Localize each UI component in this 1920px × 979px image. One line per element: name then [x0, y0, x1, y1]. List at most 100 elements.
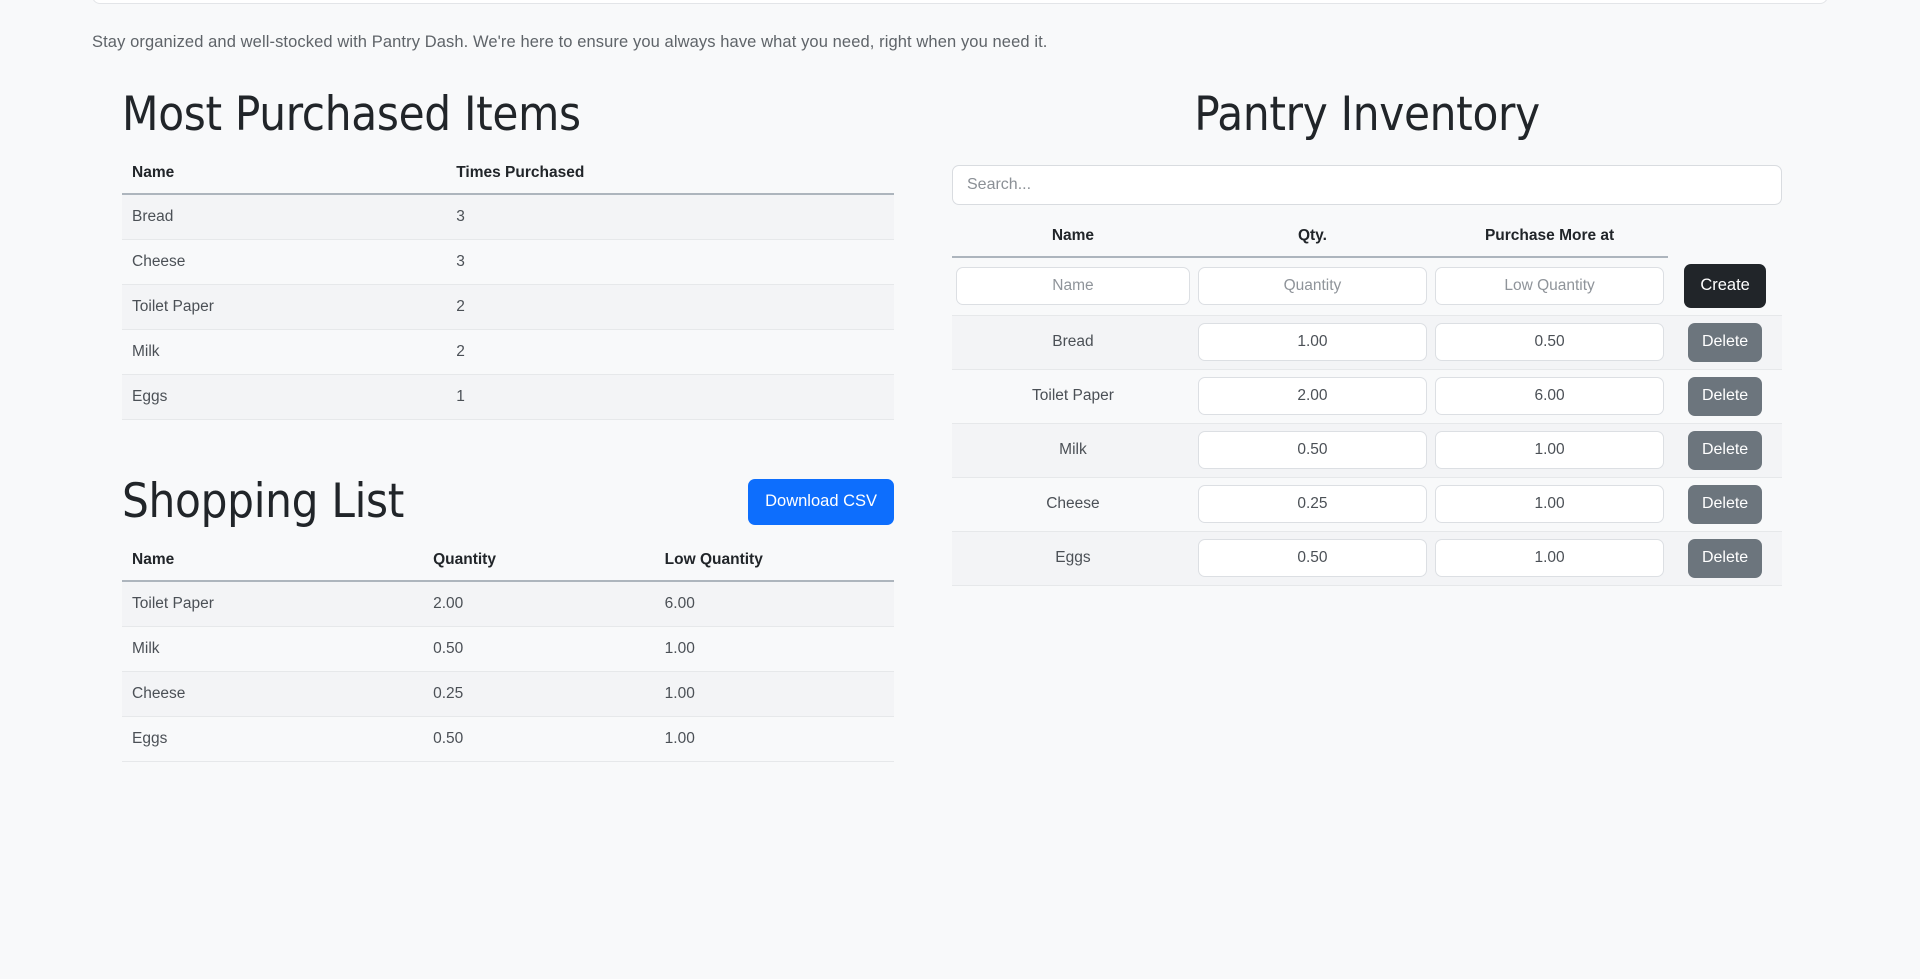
column-header-qty: Qty. [1193, 227, 1432, 259]
item-quantity-input[interactable] [1197, 539, 1428, 578]
cell-low-quantity [1431, 315, 1669, 370]
item-low-quantity-input[interactable] [1435, 431, 1665, 470]
column-header-name: Name [122, 164, 447, 196]
column-header-quantity: Quantity [423, 551, 655, 583]
pantry-inventory-table: Name Qty. Purchase More at Name Quantity… [952, 227, 1782, 586]
cell-name: Eggs [122, 716, 424, 763]
page-tagline: Stay organized and well-stocked with Pan… [92, 33, 1048, 51]
table-row: Milk 2 [122, 329, 894, 376]
cell-quantity [1193, 369, 1432, 424]
cell-name: Eggs [952, 531, 1194, 586]
cell-quantity: 0.50 [423, 626, 655, 673]
item-low-quantity-input[interactable] [1435, 323, 1665, 362]
cell-name: Toilet Paper [952, 369, 1194, 424]
column-header-actions [1668, 227, 1782, 257]
item-quantity-input[interactable] [1197, 377, 1428, 416]
shopping-list-table: Name Quantity Low Quantity Toilet Paper … [122, 551, 894, 763]
cell-times: 2 [446, 329, 894, 376]
cell-low-quantity [1431, 477, 1669, 532]
table-row: Eggs Delete [952, 531, 1782, 586]
pantry-inventory-thead: Name Qty. Purchase More at [952, 227, 1782, 259]
pantry-inventory-tbody: Create Bread Delete Toilet [952, 257, 1782, 586]
cell-quantity: 0.50 [423, 716, 655, 763]
item-quantity-input[interactable] [1197, 485, 1428, 524]
table-row: Milk 0.50 1.00 [122, 626, 894, 673]
right-column: Pantry Inventory Name Qty. Purchase More… [952, 87, 1782, 586]
pantry-inventory-title: Pantry Inventory [1194, 87, 1540, 142]
cell-name: Bread [952, 315, 1194, 370]
item-low-quantity-input[interactable] [1435, 485, 1665, 524]
create-quantity-cell [1193, 257, 1432, 316]
item-low-quantity-input[interactable] [1435, 377, 1665, 416]
cell-quantity [1193, 315, 1432, 370]
column-header-name: Name [952, 227, 1194, 259]
item-low-quantity-input[interactable] [1435, 539, 1665, 578]
item-quantity-input[interactable] [1197, 431, 1428, 470]
cell-name: Cheese [952, 477, 1194, 532]
cell-low-quantity: 1.00 [654, 671, 894, 718]
item-quantity-input[interactable] [1197, 323, 1428, 362]
most-purchased-thead: Name Times Purchased [122, 164, 894, 196]
new-item-low-quantity-input[interactable] [1435, 267, 1665, 306]
cell-quantity [1193, 477, 1432, 532]
cell-times: 1 [446, 374, 894, 421]
cell-low-quantity [1431, 423, 1669, 478]
cell-action: Delete [1668, 423, 1782, 478]
create-button[interactable]: Create [1684, 264, 1766, 308]
cell-low-quantity: 1.00 [654, 626, 894, 673]
column-header-purchase-more-at: Purchase More at [1431, 227, 1669, 259]
most-purchased-tbody: Bread 3 Cheese 3 Toilet Paper 2 Milk 2 E… [122, 194, 894, 421]
cell-action: Delete [1668, 531, 1782, 586]
app-page: Stay organized and well-stocked with Pan… [0, 0, 1920, 979]
cell-times: 2 [446, 284, 894, 331]
search-input[interactable] [952, 165, 1782, 206]
shopping-list-thead: Name Quantity Low Quantity [122, 551, 894, 583]
cell-name: Cheese [122, 671, 424, 718]
new-item-name-input[interactable] [956, 267, 1190, 306]
cell-name: Milk [122, 329, 447, 376]
cell-action: Delete [1668, 315, 1782, 370]
table-row: Toilet Paper Delete [952, 369, 1782, 424]
shopping-list-header: Shopping List Download CSV [122, 474, 894, 529]
cell-times: 3 [446, 239, 894, 286]
table-row: Bread 3 [122, 194, 894, 241]
table-header-row: Name Qty. Purchase More at [952, 227, 1782, 259]
most-purchased-title: Most Purchased Items [122, 87, 581, 142]
table-row: Eggs 1 [122, 374, 894, 421]
delete-button[interactable]: Delete [1687, 430, 1763, 470]
table-header-row: Name Quantity Low Quantity [122, 551, 894, 583]
shopping-list-tbody: Toilet Paper 2.00 6.00 Milk 0.50 1.00 Ch… [122, 581, 894, 763]
column-header-times-purchased: Times Purchased [446, 164, 894, 196]
cell-low-quantity: 6.00 [654, 581, 894, 628]
new-item-quantity-input[interactable] [1197, 267, 1428, 306]
delete-button[interactable]: Delete [1687, 322, 1763, 362]
cell-quantity: 0.25 [423, 671, 655, 718]
cell-name: Toilet Paper [122, 284, 447, 331]
cell-times: 3 [446, 194, 894, 241]
column-header-name: Name [122, 551, 424, 583]
delete-button[interactable]: Delete [1687, 484, 1763, 524]
most-purchased-table: Name Times Purchased Bread 3 Cheese 3 To… [122, 164, 894, 421]
delete-button[interactable]: Delete [1687, 538, 1763, 578]
cell-name: Milk [122, 626, 424, 673]
cell-name: Milk [952, 423, 1194, 478]
create-item-row: Create [952, 257, 1782, 316]
table-row: Toilet Paper 2.00 6.00 [122, 581, 894, 628]
column-header-low-quantity: Low Quantity [654, 551, 894, 583]
cell-action: Delete [1668, 369, 1782, 424]
cell-low-quantity [1431, 531, 1669, 586]
cell-name: Bread [122, 194, 447, 241]
delete-button[interactable]: Delete [1687, 376, 1763, 416]
create-name-cell [952, 257, 1194, 316]
table-row: Toilet Paper 2 [122, 284, 894, 331]
top-card-edge [92, 0, 1828, 4]
cell-low-quantity: 1.00 [654, 716, 894, 763]
download-csv-button[interactable]: Download CSV [748, 479, 894, 525]
table-row: Eggs 0.50 1.00 [122, 716, 894, 763]
create-low-quantity-cell [1431, 257, 1669, 316]
cell-name: Eggs [122, 374, 447, 421]
table-row: Milk Delete [952, 423, 1782, 478]
cell-name: Toilet Paper [122, 581, 424, 628]
cell-quantity [1193, 531, 1432, 586]
table-row: Bread Delete [952, 315, 1782, 370]
